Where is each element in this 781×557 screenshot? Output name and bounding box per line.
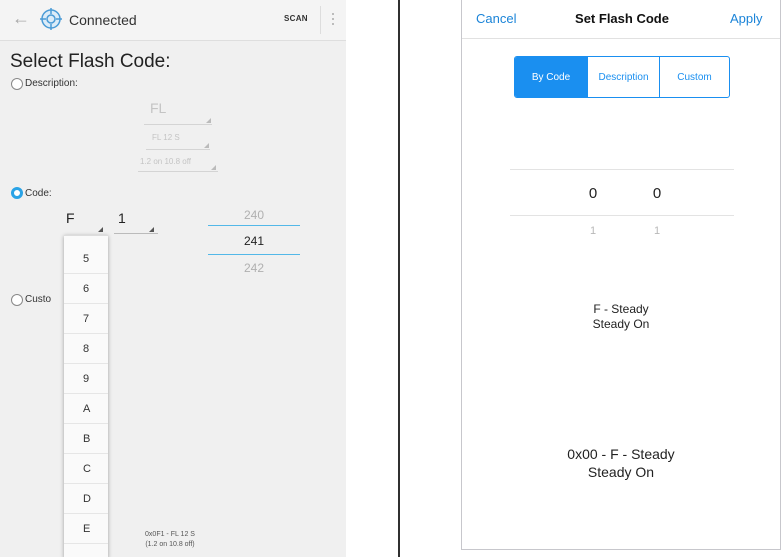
code-radio-label: Code:	[25, 188, 52, 199]
nav-separator	[462, 38, 780, 39]
dropdown-item[interactable]: A	[64, 394, 108, 424]
onoff-spinner[interactable]: 1.2 on 10.8 off	[140, 157, 191, 166]
screen-divider	[398, 0, 400, 557]
code-digit-spinner[interactable]: 1	[118, 210, 126, 226]
picker-left-next[interactable]: 1	[578, 225, 608, 237]
custom-radio-label: Custo	[25, 294, 52, 305]
app-bar: ← Connected SCAN	[0, 0, 346, 41]
code-description-line1: 0x00 - F - Steady	[567, 446, 675, 462]
number-picker-line-bottom	[208, 254, 300, 255]
dropdown-item[interactable]: B	[64, 424, 108, 454]
number-picker-line-top	[208, 225, 300, 226]
dropdown-item[interactable]: C	[64, 454, 108, 484]
segment-custom[interactable]: Custom	[659, 57, 729, 97]
dropdown-item[interactable]: 6	[64, 274, 108, 304]
letter-dropdown-list: 5 6 7 8 9 A B C D E	[64, 235, 108, 557]
pattern-spinner[interactable]: FL	[150, 100, 166, 116]
pattern-dropdown-icon	[206, 118, 211, 123]
timing-dropdown-icon	[204, 143, 209, 148]
dropdown-item[interactable]: E	[64, 514, 108, 544]
number-picker-selected[interactable]: 241	[208, 234, 300, 248]
picker-left-selected[interactable]: 0	[578, 185, 608, 202]
timing-spinner[interactable]: FL 12 S	[152, 133, 180, 142]
timing-spinner-underline	[146, 149, 210, 150]
code-description-line2: Steady On	[587, 464, 655, 480]
code-summary-line1: 0x0F1 - FL 12 S	[145, 531, 195, 538]
dropdown-item[interactable]: 9	[64, 364, 108, 394]
segment-description[interactable]: Description	[587, 57, 659, 97]
toolbar-divider	[320, 6, 321, 34]
letter-dropdown-icon	[98, 227, 103, 232]
number-picker-prev[interactable]: 240	[208, 208, 300, 222]
picker-line-bottom	[510, 215, 734, 216]
connection-status: Connected	[69, 12, 137, 28]
page-title: Select Flash Code:	[10, 51, 171, 72]
onoff-dropdown-icon	[211, 165, 216, 170]
back-arrow-icon[interactable]: ←	[12, 8, 30, 29]
segmented-control: By Code Description Custom	[514, 56, 730, 98]
number-picker-next[interactable]: 242	[208, 261, 300, 275]
scan-button[interactable]: SCAN	[284, 14, 308, 23]
picker-line-top	[510, 169, 734, 170]
pattern-spinner-underline	[144, 124, 212, 125]
custom-radio[interactable]	[11, 294, 23, 306]
digit-spinner-underline	[114, 233, 158, 234]
dropdown-item[interactable]: 5	[64, 244, 108, 274]
code-radio[interactable]	[11, 187, 23, 199]
picker-right-selected[interactable]: 0	[642, 185, 672, 202]
segment-by-code[interactable]: By Code	[515, 57, 587, 97]
code-summary-line2: (1.2 on 10.8 off)	[145, 541, 195, 548]
ios-screen: Cancel Set Flash Code Apply By Code Desc…	[461, 0, 781, 550]
flash-description-line1: F - Steady	[593, 302, 649, 316]
android-screen: ← Connected SCAN Select Flash Code: Desc…	[0, 0, 346, 557]
apply-button[interactable]: Apply	[730, 11, 763, 26]
description-radio-label: Description:	[25, 78, 78, 89]
code-letter-spinner[interactable]: F	[66, 210, 75, 226]
more-vert-icon[interactable]	[331, 10, 335, 28]
flash-description-line2: Steady On	[592, 317, 650, 331]
description-radio[interactable]	[11, 78, 23, 90]
dropdown-item[interactable]: 7	[64, 304, 108, 334]
picker-right-next[interactable]: 1	[642, 225, 672, 237]
dropdown-item[interactable]: D	[64, 484, 108, 514]
target-icon	[40, 8, 62, 30]
dropdown-item[interactable]: 8	[64, 334, 108, 364]
digit-dropdown-icon	[149, 227, 154, 232]
onoff-spinner-underline	[138, 171, 218, 172]
